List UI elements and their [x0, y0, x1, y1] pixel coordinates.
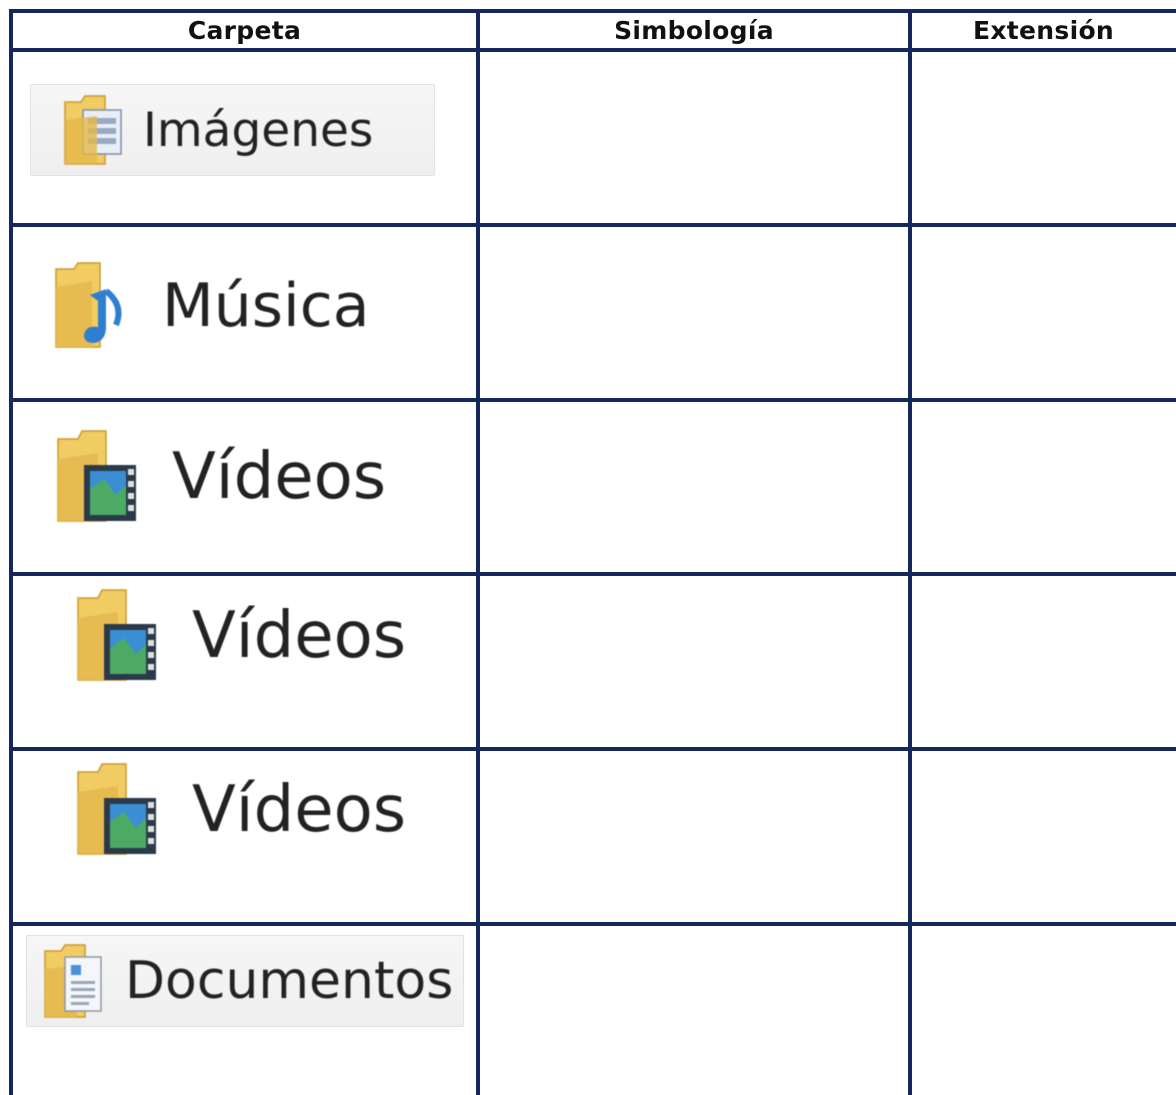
symbology-cell[interactable] [482, 577, 907, 747]
folder-item-imagenes: Imágenes [30, 84, 435, 176]
videos-folder-icon [77, 763, 156, 855]
symbology-cell[interactable] [482, 228, 907, 398]
symbology-cell[interactable] [482, 927, 907, 1095]
column-divider [476, 9, 480, 1095]
extension-cell[interactable] [914, 752, 1176, 922]
folder-label: Vídeos [172, 440, 387, 514]
header-divider [9, 48, 1176, 52]
column-divider [908, 9, 912, 1095]
folder-item-videos: Vídeos [52, 427, 452, 527]
symbology-cell[interactable] [482, 752, 907, 922]
extension-cell[interactable] [914, 228, 1176, 398]
extension-cell[interactable] [914, 403, 1176, 572]
table-border-left [9, 9, 13, 1095]
videos-folder-icon [77, 589, 156, 681]
row-divider [9, 398, 1176, 402]
row-divider [9, 922, 1176, 926]
row-divider [9, 572, 1176, 576]
folder-label: Documentos [125, 951, 454, 1011]
folder-item-videos: Vídeos [72, 586, 472, 686]
folder-item-documentos: Documentos [26, 935, 464, 1027]
symbology-cell[interactable] [482, 403, 907, 572]
folder-item-videos: Vídeos [72, 760, 472, 860]
worksheet-table: Carpeta Simbología Extensión Imágenes Mú… [0, 0, 1176, 1095]
extension-cell[interactable] [914, 927, 1176, 1095]
videos-folder-icon [57, 430, 136, 522]
folder-label: Vídeos [192, 599, 407, 673]
documents-folder-icon [44, 944, 102, 1018]
header-symbology: Simbología [614, 16, 774, 45]
extension-cell[interactable] [914, 577, 1176, 747]
table-border-top [9, 9, 1176, 13]
folder-label: Música [162, 271, 370, 341]
header-extension: Extensión [972, 16, 1115, 45]
music-folder-icon [55, 262, 122, 348]
symbology-cell[interactable] [482, 53, 907, 223]
header-folder: Carpeta [187, 16, 302, 45]
folder-label: Vídeos [192, 773, 407, 847]
folder-item-musica: Música [50, 258, 450, 354]
extension-cell[interactable] [914, 53, 1176, 223]
row-divider [9, 223, 1176, 227]
row-divider [9, 747, 1176, 751]
folder-label: Imágenes [143, 102, 374, 158]
pictures-folder-icon [64, 95, 122, 165]
